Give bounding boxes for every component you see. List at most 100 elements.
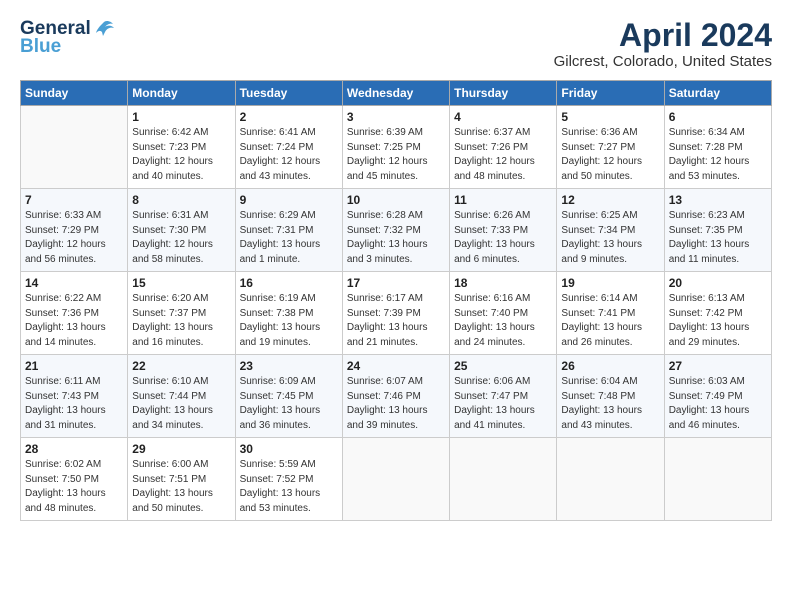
calendar-cell: 21Sunrise: 6:11 AMSunset: 7:43 PMDayligh… [21, 355, 128, 438]
calendar-cell: 11 Sunrise: 6:26 AMSunset: 7:33 PMDayligh… [450, 189, 557, 272]
col-tuesday: Tuesday [235, 81, 342, 106]
logo-bird-icon [93, 18, 115, 40]
day-info: Sunrise: 6:07 AMSunset: 7:46 PMDaylight:… [347, 375, 445, 433]
day-info: Sunrise: 6:22 AMSunset: 7:36 PMDaylight:… [25, 292, 123, 350]
title-block: April 2024 Gilcrest, Colorado, United St… [554, 18, 772, 70]
logo: General Blue [20, 18, 115, 58]
calendar-cell: 12 Sunrise: 6:25 AMSunset: 7:34 PMDayligh… [557, 189, 664, 272]
day-info: Sunrise: 6:04 AMSunset: 7:48 PMDaylight:… [561, 375, 659, 433]
calendar-title: April 2024 [554, 18, 772, 53]
day-info: Sunrise: 6:23 AMSunset: 7:35 PMDaylight:… [669, 209, 767, 267]
calendar-cell: 20 Sunrise: 6:13 AMSunset: 7:42 PMDayligh… [664, 272, 771, 355]
calendar-cell: 2Sunrise: 6:41 AMSunset: 7:24 PMDaylight… [235, 106, 342, 189]
calendar-cell: 28Sunrise: 6:02 AMSunset: 7:50 PMDayligh… [21, 438, 128, 521]
day-info: Sunrise: 6:09 AMSunset: 7:45 PMDaylight:… [240, 375, 338, 433]
calendar-cell: 30 Sunrise: 5:59 AMSunset: 7:52 PMDayligh… [235, 438, 342, 521]
day-number: 12 [561, 193, 659, 207]
calendar-cell: 1Sunrise: 6:42 AMSunset: 7:23 PMDaylight… [128, 106, 235, 189]
day-info: Sunrise: 6:16 AMSunset: 7:40 PMDaylight:… [454, 292, 552, 350]
day-number: 14 [25, 276, 123, 290]
day-number: 4 [454, 110, 552, 124]
day-info: Sunrise: 6:31 AMSunset: 7:30 PMDaylight:… [132, 209, 230, 267]
calendar-cell: 22 Sunrise: 6:10 AMSunset: 7:44 PMDayligh… [128, 355, 235, 438]
day-number: 3 [347, 110, 445, 124]
day-info: Sunrise: 6:26 AMSunset: 7:33 PMDaylight:… [454, 209, 552, 267]
day-info: Sunrise: 6:29 AMSunset: 7:31 PMDaylight:… [240, 209, 338, 267]
day-info: Sunrise: 6:17 AMSunset: 7:39 PMDaylight:… [347, 292, 445, 350]
day-number: 7 [25, 193, 123, 207]
day-info: Sunrise: 6:10 AMSunset: 7:44 PMDaylight:… [132, 375, 230, 433]
week-row-3: 14 Sunrise: 6:22 AMSunset: 7:36 PMDayligh… [21, 272, 772, 355]
calendar-body: 1Sunrise: 6:42 AMSunset: 7:23 PMDaylight… [21, 106, 772, 521]
calendar-cell: 4Sunrise: 6:37 AMSunset: 7:26 PMDaylight… [450, 106, 557, 189]
day-info: Sunrise: 6:20 AMSunset: 7:37 PMDaylight:… [132, 292, 230, 350]
header-row: Sunday Monday Tuesday Wednesday Thursday… [21, 81, 772, 106]
day-info: Sunrise: 6:36 AMSunset: 7:27 PMDaylight:… [561, 126, 659, 184]
calendar-cell [450, 438, 557, 521]
calendar-cell: 15 Sunrise: 6:20 AMSunset: 7:37 PMDayligh… [128, 272, 235, 355]
day-number: 8 [132, 193, 230, 207]
col-friday: Friday [557, 81, 664, 106]
calendar-header: Sunday Monday Tuesday Wednesday Thursday… [21, 81, 772, 106]
day-number: 18 [454, 276, 552, 290]
calendar-cell: 19 Sunrise: 6:14 AMSunset: 7:41 PMDayligh… [557, 272, 664, 355]
calendar-table: Sunday Monday Tuesday Wednesday Thursday… [20, 80, 772, 521]
calendar-cell: 29 Sunrise: 6:00 AMSunset: 7:51 PMDayligh… [128, 438, 235, 521]
day-number: 2 [240, 110, 338, 124]
day-number: 15 [132, 276, 230, 290]
col-wednesday: Wednesday [342, 81, 449, 106]
day-info: Sunrise: 6:28 AMSunset: 7:32 PMDaylight:… [347, 209, 445, 267]
day-info: Sunrise: 6:42 AMSunset: 7:23 PMDaylight:… [132, 126, 230, 184]
calendar-cell: 9 Sunrise: 6:29 AMSunset: 7:31 PMDaylight… [235, 189, 342, 272]
day-number: 23 [240, 359, 338, 373]
page: General Blue April 2024 Gilcrest, Colora… [0, 0, 792, 612]
week-row-2: 7 Sunrise: 6:33 AMSunset: 7:29 PMDaylight… [21, 189, 772, 272]
day-info: Sunrise: 6:00 AMSunset: 7:51 PMDaylight:… [132, 458, 230, 516]
calendar-cell: 10 Sunrise: 6:28 AMSunset: 7:32 PMDayligh… [342, 189, 449, 272]
col-monday: Monday [128, 81, 235, 106]
calendar-cell: 3 Sunrise: 6:39 AMSunset: 7:25 PMDaylight… [342, 106, 449, 189]
day-number: 9 [240, 193, 338, 207]
day-number: 29 [132, 442, 230, 456]
calendar-cell [664, 438, 771, 521]
day-number: 30 [240, 442, 338, 456]
col-thursday: Thursday [450, 81, 557, 106]
day-info: Sunrise: 6:13 AMSunset: 7:42 PMDaylight:… [669, 292, 767, 350]
calendar-cell [342, 438, 449, 521]
col-sunday: Sunday [21, 81, 128, 106]
col-saturday: Saturday [664, 81, 771, 106]
day-number: 16 [240, 276, 338, 290]
day-number: 22 [132, 359, 230, 373]
day-number: 10 [347, 193, 445, 207]
day-number: 6 [669, 110, 767, 124]
day-number: 26 [561, 359, 659, 373]
day-info: Sunrise: 6:33 AMSunset: 7:29 PMDaylight:… [25, 209, 123, 267]
calendar-subtitle: Gilcrest, Colorado, United States [554, 53, 772, 70]
day-number: 19 [561, 276, 659, 290]
day-number: 21 [25, 359, 123, 373]
week-row-1: 1Sunrise: 6:42 AMSunset: 7:23 PMDaylight… [21, 106, 772, 189]
calendar-cell: 23 Sunrise: 6:09 AMSunset: 7:45 PMDayligh… [235, 355, 342, 438]
day-info: Sunrise: 6:25 AMSunset: 7:34 PMDaylight:… [561, 209, 659, 267]
calendar-cell: 6 Sunrise: 6:34 AMSunset: 7:28 PMDaylight… [664, 106, 771, 189]
day-number: 27 [669, 359, 767, 373]
day-info: Sunrise: 5:59 AMSunset: 7:52 PMDaylight:… [240, 458, 338, 516]
day-info: Sunrise: 6:34 AMSunset: 7:28 PMDaylight:… [669, 126, 767, 184]
calendar-cell: 8 Sunrise: 6:31 AMSunset: 7:30 PMDaylight… [128, 189, 235, 272]
day-number: 5 [561, 110, 659, 124]
day-number: 24 [347, 359, 445, 373]
calendar-cell: 17Sunrise: 6:17 AMSunset: 7:39 PMDayligh… [342, 272, 449, 355]
calendar-cell [21, 106, 128, 189]
day-info: Sunrise: 6:06 AMSunset: 7:47 PMDaylight:… [454, 375, 552, 433]
day-number: 25 [454, 359, 552, 373]
day-info: Sunrise: 6:02 AMSunset: 7:50 PMDaylight:… [25, 458, 123, 516]
calendar-cell: 25 Sunrise: 6:06 AMSunset: 7:47 PMDayligh… [450, 355, 557, 438]
header: General Blue April 2024 Gilcrest, Colora… [20, 18, 772, 70]
calendar-cell [557, 438, 664, 521]
week-row-5: 28Sunrise: 6:02 AMSunset: 7:50 PMDayligh… [21, 438, 772, 521]
day-number: 11 [454, 193, 552, 207]
calendar-cell: 5 Sunrise: 6:36 AMSunset: 7:27 PMDaylight… [557, 106, 664, 189]
day-number: 20 [669, 276, 767, 290]
day-info: Sunrise: 6:14 AMSunset: 7:41 PMDaylight:… [561, 292, 659, 350]
day-info: Sunrise: 6:39 AMSunset: 7:25 PMDaylight:… [347, 126, 445, 184]
